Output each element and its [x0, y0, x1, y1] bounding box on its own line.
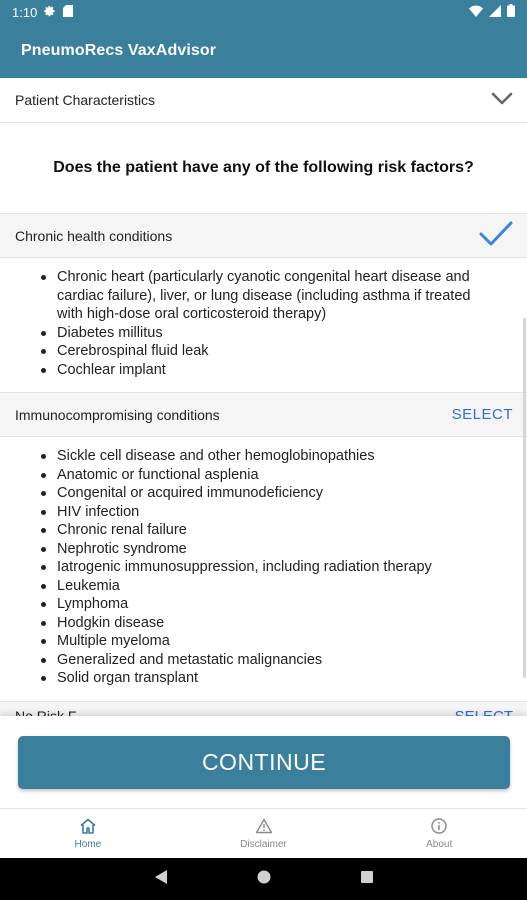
back-icon[interactable]	[154, 869, 168, 890]
bottom-tab-bar: Home Disclaimer About	[0, 808, 527, 858]
tab-label: Disclaimer	[240, 838, 287, 850]
group-header-no-risk-factors[interactable]: No Risk F... SELECT	[0, 700, 527, 717]
list-item: Cerebrospinal fluid leak	[40, 342, 497, 361]
tab-about[interactable]: About	[351, 809, 527, 858]
tab-label: Home	[74, 838, 102, 850]
risk-factor-question: Does the patient have any of the followi…	[53, 159, 474, 176]
list-item: Generalized and metastatic malignancies	[40, 651, 497, 670]
list-item: Iatrogenic immunosuppression, including …	[40, 558, 497, 577]
app-bar: PneumoRecs VaxAdvisor	[0, 24, 527, 78]
immunocompromising-list: Sickle cell disease and other hemoglobin…	[0, 437, 527, 701]
list-item: Lymphoma	[40, 595, 497, 614]
tab-label: About	[426, 838, 453, 850]
list-item: HIV infection	[40, 503, 497, 522]
chevron-down-icon[interactable]	[491, 92, 513, 109]
signal-icon	[489, 4, 501, 20]
chronic-health-list: Chronic heart (particularly cyanotic con…	[0, 258, 527, 392]
list-item: Solid organ transplant	[40, 669, 497, 688]
continue-button[interactable]: CONTINUE	[18, 736, 510, 789]
info-icon	[431, 817, 447, 837]
list-item: Sickle cell disease and other hemoglobin…	[40, 447, 497, 466]
patient-characteristics-header[interactable]: Patient Characteristics	[0, 78, 527, 123]
group-label: Chronic health conditions	[15, 227, 173, 244]
app-title: PneumoRecs VaxAdvisor	[21, 42, 217, 59]
checkmark-icon[interactable]	[479, 221, 513, 250]
battery-icon	[507, 4, 515, 20]
wifi-icon	[469, 5, 483, 20]
group-header-immunocompromising[interactable]: Immunocompromising conditions SELECT	[0, 392, 527, 437]
list-item: Multiple myeloma	[40, 632, 497, 651]
list-item: Anatomic or functional asplenia	[40, 466, 497, 485]
risk-factor-content[interactable]: Patient Characteristics Does the patient…	[0, 78, 527, 716]
group-label: No Risk F...	[15, 708, 87, 716]
group-label: Immunocompromising conditions	[15, 406, 220, 423]
home-icon	[79, 818, 97, 837]
list-item: Congenital or acquired immunodeficiency	[40, 484, 497, 503]
continue-area: CONTINUE	[0, 716, 527, 808]
tab-home[interactable]: Home	[0, 809, 176, 858]
status-bar: 1:10	[0, 0, 527, 24]
select-button[interactable]: SELECT	[452, 406, 513, 423]
list-item: Chronic heart (particularly cyanotic con…	[40, 268, 497, 324]
list-item: Diabetes millitus	[40, 324, 497, 343]
list-item: Cochlear implant	[40, 361, 497, 380]
status-time: 1:10	[12, 4, 38, 20]
list-item: Hodgkin disease	[40, 614, 497, 633]
home-circle-icon[interactable]	[256, 869, 272, 890]
list-item: Nephrotic syndrome	[40, 540, 497, 559]
group-header-chronic-health[interactable]: Chronic health conditions	[0, 213, 527, 258]
list-item: Leukemia	[40, 577, 497, 596]
warning-icon	[255, 818, 273, 837]
tab-disclaimer[interactable]: Disclaimer	[176, 809, 352, 858]
select-button[interactable]: SELECT	[455, 708, 513, 717]
list-item: Chronic renal failure	[40, 521, 497, 540]
system-nav-bar	[0, 858, 527, 900]
patient-characteristics-label: Patient Characteristics	[15, 92, 156, 108]
sd-card-icon	[63, 4, 74, 20]
recents-icon[interactable]	[360, 870, 374, 889]
settings-icon	[44, 5, 56, 20]
scrollbar[interactable]	[523, 318, 526, 678]
